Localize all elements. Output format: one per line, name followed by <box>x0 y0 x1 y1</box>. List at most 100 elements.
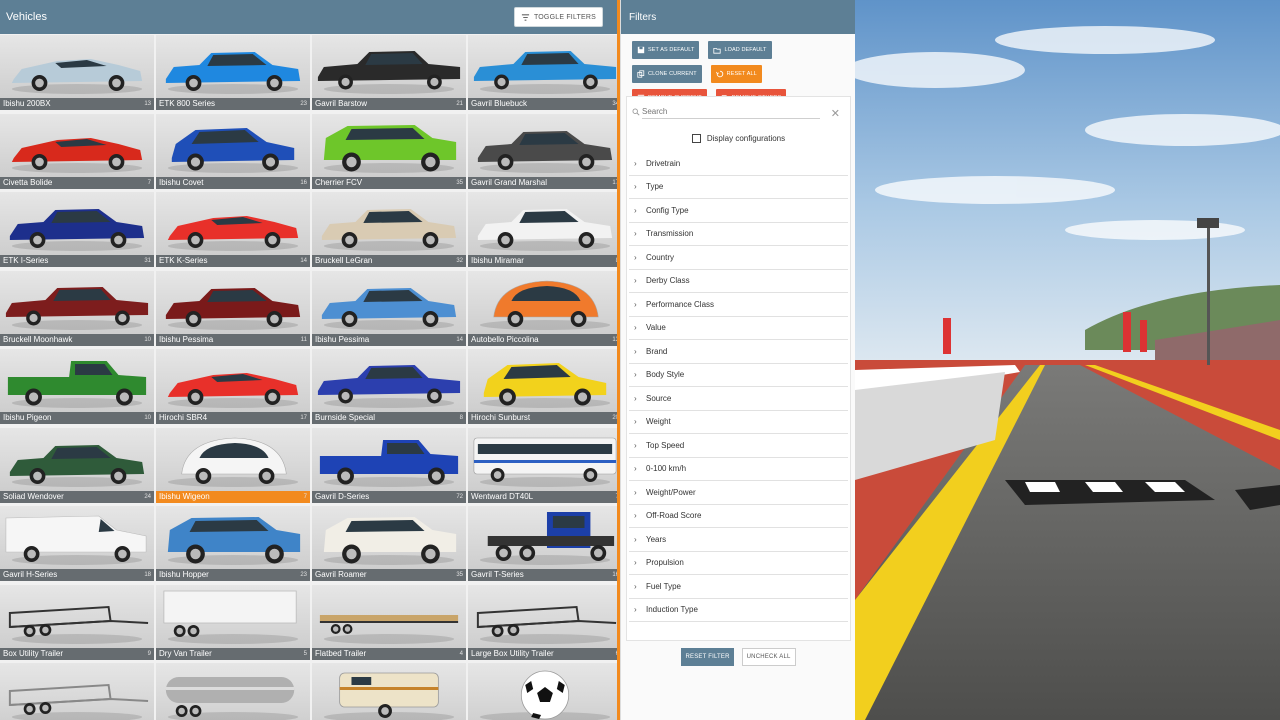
vehicle-tile[interactable]: Ibishu Miramar 8 <box>468 192 619 267</box>
vehicle-tile[interactable]: Bruckell Moonhawk 10 <box>0 270 154 346</box>
vehicle-tile[interactable]: Ibishu Covet 16 <box>156 113 310 189</box>
vehicle-caption: Gavril Roamer 35 <box>312 569 466 581</box>
action-label: RESET ALL <box>726 71 757 77</box>
vehicle-tile[interactable]: ETK 800 Series 23 <box>156 35 310 110</box>
filters-header: Filters <box>621 0 855 34</box>
vehicle-tile[interactable]: Ibishu Pigeon 10 <box>0 349 154 424</box>
vehicle-thumbnail <box>323 517 457 565</box>
vehicle-caption: Hirochi SBR4 17 <box>156 412 310 424</box>
vehicle-tile[interactable]: Ibishu Pessima 11 <box>156 270 310 346</box>
vehicle-tile[interactable] <box>468 663 617 720</box>
vehicle-config-count: 10 <box>144 336 151 343</box>
vehicle-caption: Burnside Special 8 <box>312 412 466 424</box>
vehicle-tile[interactable]: Hirochi SBR4 17 <box>156 349 310 424</box>
filter-item[interactable]: › Fuel Type <box>629 575 848 599</box>
filter-item[interactable]: › Config Type <box>629 199 848 223</box>
vehicle-tile[interactable]: Gavril Roamer 35 <box>312 506 466 581</box>
filter-item[interactable]: › Weight <box>629 411 848 434</box>
vehicle-name: Gavril Barstow <box>315 99 368 108</box>
filter-item[interactable]: › Off-Road Score <box>629 505 848 528</box>
vehicle-tile[interactable]: Flatbed Trailer 4 <box>312 584 466 660</box>
uncheck-all-button[interactable]: UNCHECK ALL <box>741 648 796 666</box>
load-default-button[interactable]: LOAD DEFAULT <box>708 41 772 59</box>
vehicle-config-count: 21 <box>456 101 463 107</box>
vehicle-tile[interactable]: Large Box Utility Trailer 6 <box>468 584 617 660</box>
vehicle-thumbnail <box>11 137 143 173</box>
vehicle-tile[interactable]: Gavril Barstow 21 <box>312 35 466 110</box>
vehicle-tile[interactable]: ETK I-Series 31 <box>0 192 154 267</box>
vehicle-tile[interactable]: Gavril Grand Marshal 17 <box>468 113 617 189</box>
vehicle-tile[interactable]: Wentward DT40L 7 <box>468 427 617 503</box>
filter-item[interactable]: › Value <box>629 317 848 340</box>
vehicle-tile[interactable]: Gavril H-Series 18 <box>0 506 154 581</box>
game-viewport[interactable] <box>855 0 1280 720</box>
vehicle-tile[interactable]: Gavril T-Series 16 <box>468 506 617 581</box>
vehicle-config-count: 10 <box>144 415 151 421</box>
vehicle-tile[interactable]: Autobello Piccolina 13 <box>468 270 617 346</box>
display-configurations-row[interactable]: Display configurations <box>627 127 850 149</box>
vehicle-config-count: 8 <box>615 258 619 264</box>
vehicle-tile[interactable]: Civetta Bolide 7 <box>0 113 154 189</box>
vehicle-tile[interactable]: Cherrier FCV 35 <box>312 113 466 189</box>
vehicle-tile[interactable]: Ibishu Wigeon 7 <box>156 427 310 503</box>
vehicle-tile[interactable]: Burnside Special 8 <box>312 349 466 424</box>
filter-item[interactable]: › Induction Type <box>629 599 848 622</box>
folder-icon <box>713 48 722 54</box>
vehicle-tile[interactable]: Gavril Bluebuck 34 <box>468 35 617 110</box>
clone-current-button[interactable]: CLONE CURRENT <box>632 65 702 83</box>
filter-item[interactable]: › Top Speed <box>629 434 848 458</box>
vehicle-tile[interactable]: Ibishu Pessima 14 <box>312 270 466 346</box>
vehicle-tile[interactable]: Bruckell LeGran 32 <box>312 192 466 267</box>
vehicle-name: Bruckell Moonhawk <box>3 334 73 344</box>
filter-item[interactable]: › Derby Class <box>629 270 848 293</box>
chevron-right-icon: › <box>634 299 637 309</box>
vehicle-tile[interactable]: Ibishu 200BX 13 <box>0 35 154 110</box>
filter-item[interactable]: › Performance Class <box>629 293 848 317</box>
vehicle-tile[interactable]: Gavril D-Series 72 <box>312 427 466 503</box>
filter-item[interactable]: › Source <box>629 387 848 411</box>
chevron-right-icon: › <box>634 323 637 333</box>
clear-search-icon[interactable]: ✕ <box>831 107 840 120</box>
vehicle-caption: Ibishu Covet 16 <box>156 176 310 189</box>
filter-item[interactable]: › Brand <box>629 340 848 364</box>
filter-item[interactable]: › Country <box>629 246 848 270</box>
vehicle-config-count: 13 <box>144 101 151 107</box>
filter-item[interactable]: › Propulsion <box>629 552 848 575</box>
search-input[interactable] <box>642 105 820 119</box>
vehicle-tile[interactable]: Box Utility Trailer 9 <box>0 584 154 660</box>
chevron-right-icon: › <box>634 252 637 262</box>
vehicle-tile[interactable]: Dry Van Trailer 5 <box>156 584 310 660</box>
vehicle-tile[interactable] <box>156 663 310 720</box>
vehicle-tile[interactable] <box>312 663 466 720</box>
vehicle-thumbnail <box>167 127 299 173</box>
filter-item[interactable]: › Years <box>629 528 848 552</box>
filter-item-label: Config Type <box>646 205 689 215</box>
filter-item[interactable]: › 0-100 km/h <box>629 458 848 481</box>
vehicle-thumbnail <box>473 437 617 487</box>
vehicle-name: ETK 800 Series <box>159 99 216 108</box>
filter-item[interactable]: › Transmission <box>629 223 848 246</box>
reset-filter-button[interactable]: RESET FILTER <box>681 648 734 666</box>
toggle-filters-button[interactable]: TOGGLE FILTERS <box>513 7 603 27</box>
vehicle-name: Ibishu Miramar <box>471 256 524 265</box>
vehicle-tile[interactable]: Ibishu Hopper 23 <box>156 506 310 581</box>
vehicle-thumbnail <box>165 287 301 330</box>
filter-item[interactable]: › Body Style <box>629 364 848 387</box>
vehicle-tile[interactable]: ETK K-Series 14 <box>156 192 310 267</box>
filter-item[interactable]: › Type <box>629 176 848 199</box>
filter-item-label: Off-Road Score <box>646 511 702 521</box>
vehicle-name: Dry Van Trailer <box>159 648 212 658</box>
set-as-default-button[interactable]: SET AS DEFAULT <box>632 41 700 59</box>
chevron-right-icon: › <box>634 511 637 521</box>
vehicle-name: Ibishu 200BX <box>3 99 51 108</box>
filter-item[interactable]: › Weight/Power <box>629 481 848 505</box>
filters-title: Filters <box>629 11 657 23</box>
filter-item[interactable]: › Drivetrain <box>629 152 848 176</box>
display-configurations-checkbox[interactable] <box>691 133 701 143</box>
vehicle-name: Flatbed Trailer <box>315 648 367 658</box>
vehicle-tile[interactable]: Hirochi Sunburst 20 <box>468 349 617 424</box>
reset-all-button[interactable]: RESET ALL <box>710 65 762 83</box>
vehicle-tile[interactable]: Soliad Wendover 24 <box>0 427 154 503</box>
vehicle-tile[interactable] <box>0 663 154 720</box>
reset-icon <box>715 70 723 78</box>
